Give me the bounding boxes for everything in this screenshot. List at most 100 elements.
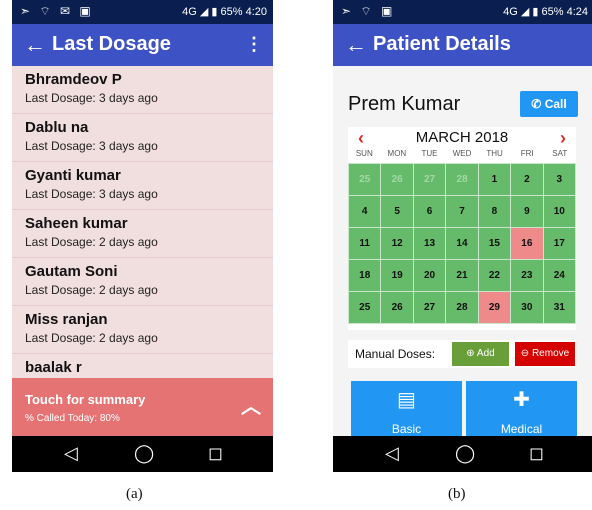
patient-row[interactable]: Gyanti kumar Last Dosage: 3 days ago [12,162,273,210]
manual-doses-label: Manual Doses: [355,347,436,361]
nav-back-icon[interactable]: ◁ [385,443,399,464]
calendar-day[interactable]: 27 [413,292,446,323]
app-bar: ← Last Dosage ⋮ [12,24,273,66]
weekday-label: TUE [421,149,438,158]
overflow-menu-icon[interactable]: ⋮ [245,34,263,55]
clock: 4:24 [566,6,588,18]
nav-back-icon[interactable]: ◁ [64,443,78,464]
calendar-day[interactable]: 28 [446,292,478,323]
summary-title: Touch for summary [25,392,146,407]
nav-home-icon[interactable]: ◯ [455,443,475,464]
calendar-day[interactable]: 16 [511,228,543,259]
calendar-day[interactable]: 3 [543,164,575,195]
nav-recent-icon[interactable]: ◻ [529,443,544,464]
calendar-day[interactable]: 1 [478,164,511,195]
network-label: 4G [182,6,197,18]
app-bar: ← Patient Details [333,24,592,66]
patient-details-content: Prem Kumar ✆ Call MARCH 2018 ‹ › SUN MON T… [333,66,592,436]
battery-icon: ▮ [211,6,218,18]
battery-level: 65% [220,6,243,18]
last-dosage-text: Last Dosage: 2 days ago [25,283,158,297]
weekday-label: FRI [520,149,534,158]
calendar-day[interactable]: 25 [349,164,381,195]
battery-level: 65% [541,6,564,18]
summary-panel[interactable]: Touch for summary % Called Today: 80% ︿ [12,378,273,436]
patient-name: Gautam Soni [25,263,118,280]
patient-name: Dablu na [25,119,89,136]
call-label: Call [544,97,567,111]
calendar-day[interactable]: 23 [511,260,543,291]
last-dosage-text: Last Dosage: 2 days ago [25,235,158,249]
status-bar: ➣ ⌔ ▣ 4G ◢ ▮ 65% 4:24 [333,0,592,24]
calendar-day[interactable]: 26 [381,292,413,323]
android-nav-bar: ◁ ◯ ◻ [12,436,273,472]
patient-name: Gyanti kumar [25,167,121,184]
nav-recent-icon[interactable]: ◻ [208,443,223,464]
calendar-day[interactable]: 25 [349,292,381,323]
clock: 4:20 [245,6,267,18]
last-dosage-text: Last Dosage: 3 days ago [25,187,158,201]
calendar-day[interactable]: 28 [446,164,478,195]
calendar-day[interactable]: 5 [381,196,413,227]
calendar-day[interactable]: 7 [446,196,478,227]
medical-tile[interactable]: ✚ Medical [466,381,577,436]
calendar-day[interactable]: 27 [413,164,446,195]
call-button[interactable]: ✆ Call [520,91,578,117]
last-dosage-screen: ➣ ⌔ ✉ ▣ 4G ◢ ▮ 65% 4:20 ← Last Dosage ⋮ … [12,0,273,472]
patient-row[interactable]: Saheen kumar Last Dosage: 2 days ago [12,210,273,258]
calendar-day[interactable]: 29 [478,292,511,323]
status-right: 4G ◢ ▮ 65% 4:24 [503,5,588,18]
calendar-day[interactable]: 8 [478,196,511,227]
calendar-grid: 25 26 27 28 1 2 3 4 5 6 7 8 9 10 11 12 13 14 15 16 17 18 19 20 2… [348,163,576,324]
calendar-month: MARCH 2018 [415,129,509,146]
calendar-day[interactable]: 21 [446,260,478,291]
phone-icon: ✆ [531,97,542,111]
patient-row[interactable]: Dablu na Last Dosage: 3 days ago [12,114,273,162]
calendar-day[interactable]: 15 [478,228,511,259]
calendar-day[interactable]: 31 [543,292,575,323]
remove-dose-button[interactable]: ⊖ Remove [515,342,575,366]
calendar-day[interactable]: 19 [381,260,413,291]
calendar-day[interactable]: 11 [349,228,381,259]
add-dose-button[interactable]: ⊕ Add [452,342,509,366]
calendar-header: MARCH 2018 ‹ › [348,127,576,149]
calendar-day[interactable]: 13 [413,228,446,259]
back-arrow-icon[interactable]: ← [24,32,46,58]
calendar-day[interactable]: 10 [543,196,575,227]
patient-row[interactable]: Gautam Soni Last Dosage: 2 days ago [12,258,273,306]
calendar-day[interactable]: 20 [413,260,446,291]
calendar-day[interactable]: 9 [511,196,543,227]
weekday-header: SUN MON TUE WED THU FRI SAT [348,149,576,163]
patient-name: Saheen kumar [25,215,128,232]
last-dosage-text: Last Dosage: 2 days ago [25,331,158,345]
signal-icon: ◢ [199,6,209,18]
calendar-day[interactable]: 14 [446,228,478,259]
battery-icon: ▮ [532,6,539,18]
patient-row[interactable]: Bhramdeov P Last Dosage: 3 days ago [12,66,273,114]
calendar-day[interactable]: 12 [381,228,413,259]
calendar-day[interactable]: 24 [543,260,575,291]
basic-tile[interactable]: ▤ Basic [351,381,462,436]
calendar-day[interactable]: 6 [413,196,446,227]
calendar-day[interactable]: 30 [511,292,543,323]
signal-icon: ◢ [520,6,530,18]
chevron-up-icon[interactable]: ︿ [241,390,261,419]
chevron-left-icon[interactable]: ‹ [358,128,364,149]
calendar-day[interactable]: 22 [478,260,511,291]
patient-name: Prem Kumar [348,93,461,115]
calendar-day[interactable]: 2 [511,164,543,195]
last-dosage-text: Last Dosage: 3 days ago [25,139,158,153]
back-arrow-icon[interactable]: ← [345,32,367,58]
dosage-calendar: MARCH 2018 ‹ › SUN MON TUE WED THU FRI SAT 25 2… [348,127,576,330]
calendar-day[interactable]: 17 [543,228,575,259]
chevron-right-icon[interactable]: › [560,128,566,149]
nav-home-icon[interactable]: ◯ [134,443,154,464]
patient-name: Bhramdeov P [25,71,122,88]
patient-row[interactable]: baalak r [12,354,273,378]
last-dosage-text: Last Dosage: 3 days ago [25,91,158,105]
calendar-day[interactable]: 18 [349,260,381,291]
patient-row[interactable]: Miss ranjan Last Dosage: 2 days ago [12,306,273,354]
network-label: 4G [503,6,518,18]
calendar-day[interactable]: 4 [349,196,381,227]
calendar-day[interactable]: 26 [381,164,413,195]
